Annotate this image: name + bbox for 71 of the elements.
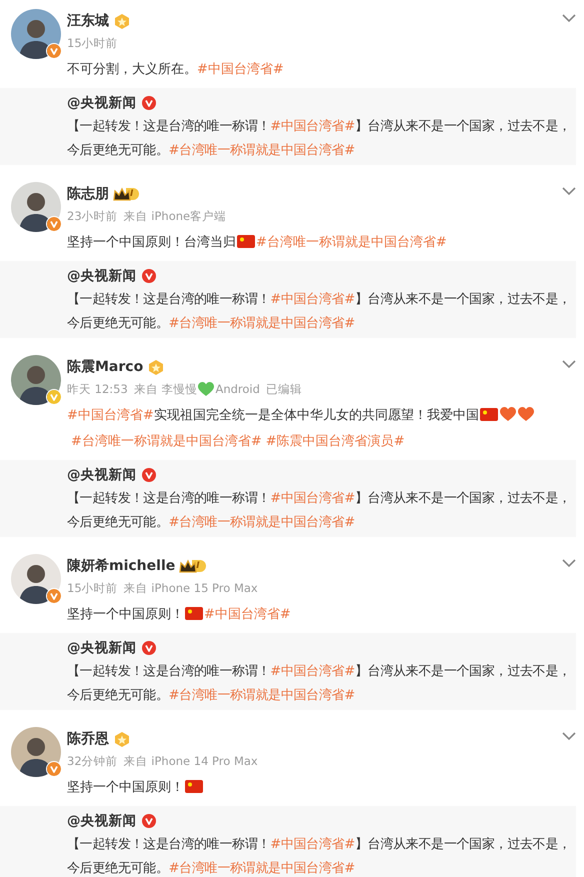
mention-link[interactable]: @央视新闻 — [67, 267, 136, 285]
post-text: 坚持一个中国原则！台湾当归 #台湾唯一称谓就是中国台湾省# — [67, 234, 448, 252]
post-text: 坚持一个中国原则！ — [67, 775, 554, 801]
crown-icon — [179, 558, 198, 574]
chevron-icon[interactable] — [561, 186, 577, 196]
post-text: 坚持一个中国原则！ #中国台湾省# — [67, 606, 292, 624]
hashtag-link[interactable]: #中国台湾省# — [270, 664, 355, 679]
avatar[interactable] — [11, 355, 61, 405]
repost-card[interactable]: @央视新闻 【一起转发！这是台湾的唯一称谓！#中国台湾省#】台湾从来不是一个国家，过去不是，今后更绝无可能。#台湾唯一称谓就是中国台湾省# — [0, 633, 576, 710]
chevron-icon[interactable] — [561, 359, 577, 369]
flag-icon — [185, 607, 203, 620]
avatar[interactable] — [11, 727, 61, 777]
hashtag-link[interactable]: #台湾唯一称谓就是中国台湾省# — [168, 515, 355, 530]
repost-text: 【一起转发！这是台湾的唯一称谓！#中国台湾省#】台湾从来不是一个国家，过去不是，今后更绝无可能。#台湾唯一称谓就是中国台湾省# — [67, 836, 572, 877]
hashtag-link[interactable]: #中国台湾省# — [270, 837, 355, 852]
post-time: 23小时前 — [67, 208, 118, 224]
hashtag-link[interactable]: #中国台湾省# — [197, 62, 284, 77]
chevron-icon[interactable] — [561, 731, 577, 741]
repost-card[interactable]: @央视新闻 【一起转发！这是台湾的唯一称谓！#中国台湾省#】台湾从来不是一个国家，过去不是，今后更绝无可能。#台湾唯一称谓就是中国台湾省# — [0, 88, 576, 165]
crown-icon — [113, 186, 131, 202]
chevron-icon[interactable] — [561, 13, 577, 23]
hashtag-link[interactable]: #中国台湾省# — [270, 292, 355, 307]
user-name[interactable]: 陈志朋 — [67, 185, 109, 203]
post-time: 15小时前 — [67, 36, 118, 50]
chevron-icon[interactable] — [561, 558, 577, 568]
repost-text: 【一起转发！这是台湾的唯一称谓！#中国台湾省#】台湾从来不是一个国家，过去不是，今后更绝无可能。#台湾唯一称谓就是中国台湾省# — [67, 118, 572, 160]
post-time: 15小时前 — [67, 580, 118, 596]
post-time: 32分钟前 — [67, 754, 118, 768]
edited-label: 已编辑 — [266, 382, 302, 396]
post-source: 来自 李慢慢 — [134, 382, 198, 396]
medal-icon — [113, 730, 131, 748]
mention-link[interactable]: @央视新闻 — [67, 94, 136, 112]
hashtag-link[interactable]: #中国台湾省# — [204, 607, 291, 622]
user-name[interactable]: 汪东城 — [67, 12, 109, 30]
flag-icon — [480, 408, 498, 421]
repost-card[interactable]: @央视新闻 【一起转发！这是台湾的唯一称谓！#中国台湾省#】台湾从来不是一个国家，过去不是，今后更绝无可能。#台湾唯一称谓就是中国台湾省# — [0, 460, 576, 537]
mention-link[interactable]: @央视新闻 — [67, 466, 136, 484]
medal-icon — [147, 358, 166, 376]
post-text: #中国台湾省#实现祖国完全统一是全体中华儿女的共同愿望！我爱中国 #台湾唯一称谓就是中国台湾省# #陈震中国台湾省演员# — [67, 403, 554, 455]
avatar[interactable] — [11, 9, 61, 59]
repost-card[interactable]: @央视新闻 【一起转发！这是台湾的唯一称谓！#中国台湾省#】台湾从来不是一个国家，过去不是，今后更绝无可能。#台湾唯一称谓就是中国台湾省# — [0, 806, 576, 877]
hashtag-link[interactable]: #台湾唯一称谓就是中国台湾省# — [168, 143, 355, 158]
flag-icon — [237, 235, 255, 248]
hashtag-link[interactable]: #陈震中国台湾省演员# — [266, 434, 405, 449]
hashtag-link[interactable]: #台湾唯一称谓就是中国台湾省# — [168, 861, 355, 876]
mention-link[interactable]: @央视新闻 — [67, 812, 136, 830]
hashtag-link[interactable]: #台湾唯一称谓就是中国台湾省# — [256, 235, 447, 250]
post-time: 昨天 12:53 — [67, 382, 128, 396]
hashtag-link[interactable]: #中国台湾省# — [270, 491, 355, 506]
hashtag-link[interactable]: #台湾唯一称谓就是中国台湾省# — [168, 316, 355, 331]
avatar[interactable] — [11, 182, 61, 232]
repost-text: 【一起转发！这是台湾的唯一称谓！#中国台湾省#】台湾从来不是一个国家，过去不是，今后更绝无可能。#台湾唯一称谓就是中国台湾省# — [67, 291, 572, 333]
avatar[interactable] — [11, 554, 61, 604]
post-source: Android — [215, 382, 260, 396]
post-text: 不可分割，大义所在。#中国台湾省# — [67, 61, 285, 79]
repost-card[interactable]: @央视新闻 【一起转发！这是台湾的唯一称谓！#中国台湾省#】台湾从来不是一个国家，过去不是，今后更绝无可能。#台湾唯一称谓就是中国台湾省# — [0, 261, 576, 338]
user-name[interactable]: 陈乔恩 — [67, 730, 109, 748]
repost-text: 【一起转发！这是台湾的唯一称谓！#中国台湾省#】台湾从来不是一个国家，过去不是，今后更绝无可能。#台湾唯一称谓就是中国台湾省# — [67, 663, 572, 705]
user-name[interactable]: 陳妍希michelle — [67, 557, 176, 575]
post-source: 来自 iPhone客户端 — [124, 208, 226, 224]
flag-icon — [185, 780, 203, 793]
hashtag-link[interactable]: #中国台湾省# — [270, 119, 355, 134]
hashtag-link[interactable]: #台湾唯一称谓就是中国台湾省# — [168, 688, 355, 703]
mention-link[interactable]: @央视新闻 — [67, 639, 136, 657]
user-name[interactable]: 陈震Marco — [67, 358, 144, 376]
post-source: 来自 iPhone 14 Pro Max — [124, 754, 258, 768]
hashtag-link[interactable]: #台湾唯一称谓就是中国台湾省# — [71, 434, 262, 449]
medal-icon — [113, 12, 131, 30]
repost-text: 【一起转发！这是台湾的唯一称谓！#中国台湾省#】台湾从来不是一个国家，过去不是，今后更绝无可能。#台湾唯一称谓就是中国台湾省# — [67, 490, 572, 532]
hashtag-link[interactable]: #中国台湾省# — [67, 408, 154, 423]
post-source: 来自 iPhone 15 Pro Max — [124, 580, 258, 596]
